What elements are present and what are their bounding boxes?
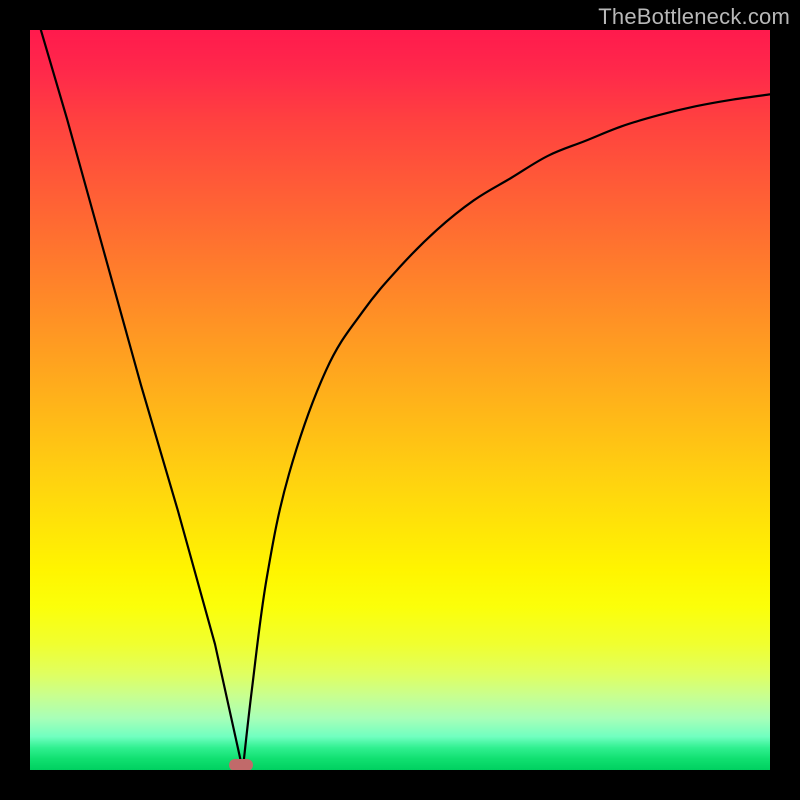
chart-frame: TheBottleneck.com <box>0 0 800 800</box>
plot-area <box>30 30 770 770</box>
bottleneck-curve <box>30 30 770 770</box>
watermark-text: TheBottleneck.com <box>598 4 790 30</box>
optimal-point-marker <box>229 759 253 770</box>
